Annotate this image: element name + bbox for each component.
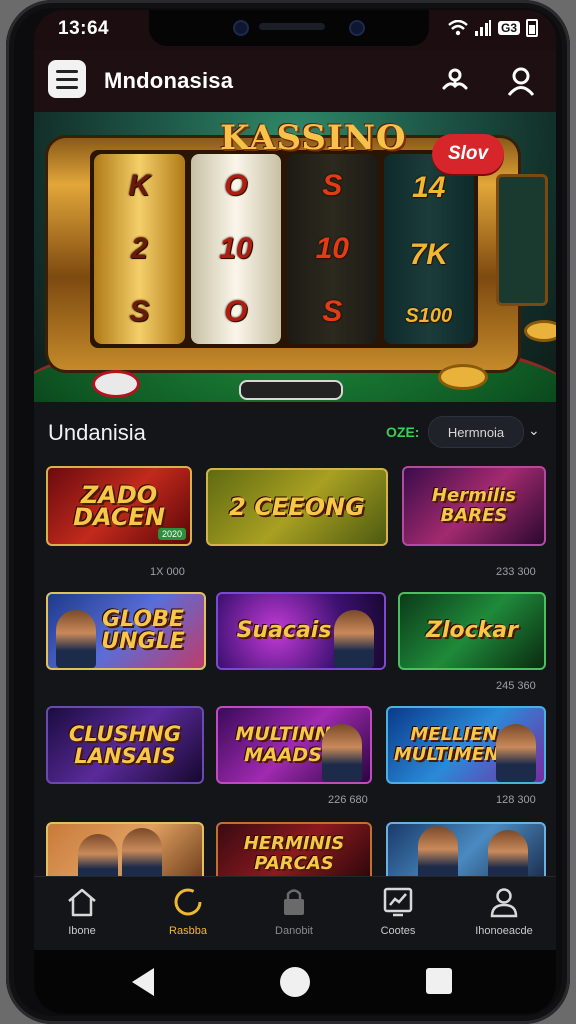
- bottom-navigation: Ibone Rasbba Danobit Cootes Ihonoeacde: [34, 876, 556, 951]
- carousel-indicator: [239, 380, 343, 400]
- game-tile[interactable]: 2 CEEONG: [206, 468, 388, 546]
- reel-symbol: S100: [405, 304, 453, 327]
- reel: 14 7K S100: [383, 154, 474, 344]
- menu-button[interactable]: [48, 60, 86, 98]
- back-icon[interactable]: [132, 968, 154, 996]
- game-tile[interactable]: Suacais: [216, 592, 386, 670]
- hamburger-line: [56, 69, 78, 73]
- network-icon[interactable]: [438, 64, 472, 98]
- language-select[interactable]: Hermnoia: [428, 416, 524, 448]
- character-image: [56, 610, 96, 668]
- section-tag: OZE:: [386, 424, 420, 440]
- app-header: Mndonasisa: [34, 50, 556, 112]
- game-title: CLUSHNG LANSAIS: [68, 722, 182, 768]
- game-title: Hermilis BARES: [431, 485, 517, 526]
- casino-chip-icon: [92, 370, 140, 398]
- coin-icon: [438, 364, 488, 390]
- nav-cootes[interactable]: Cootes: [358, 885, 438, 945]
- reel-symbol: 14: [412, 170, 446, 204]
- sensor-icon: [349, 20, 365, 36]
- game-title: HERMINIS PARCAS: [243, 833, 345, 874]
- game-count: 245 360: [496, 680, 536, 692]
- speaker-grille: [259, 23, 325, 30]
- hero-title: KASSINO: [220, 118, 407, 158]
- status-bar: 13:64 G3: [34, 10, 556, 50]
- nav-home[interactable]: Ibone: [42, 885, 122, 945]
- wifi-icon: [448, 20, 468, 36]
- chevron-down-icon[interactable]: ⌄: [528, 422, 540, 439]
- game-count: 128 300: [496, 794, 536, 806]
- game-badge: 2020: [157, 528, 186, 540]
- reel-symbol: 7K: [409, 237, 448, 271]
- battery-percent: G3: [497, 21, 520, 35]
- character-image: [334, 610, 374, 668]
- nav-label: Ihonoeacde: [475, 925, 533, 937]
- game-grid: ZADO DACEN 2020 1X 000 2 CEEONG Hermilis…: [46, 466, 546, 886]
- system-navigation: [34, 950, 556, 1014]
- signal-icon: [474, 20, 491, 36]
- camera-notch: [149, 10, 429, 46]
- side-panel: [496, 174, 548, 306]
- app-title: Mndonasisa: [104, 68, 234, 93]
- game-tile[interactable]: CLUSHNG LANSAIS: [46, 706, 204, 784]
- reel: O 10 O: [190, 154, 281, 344]
- reel: K 2 S: [94, 154, 185, 344]
- refresh-icon: [174, 888, 202, 916]
- nav-label: Ibone: [68, 925, 96, 937]
- reel-symbol: 10: [315, 231, 349, 265]
- game-tile[interactable]: Zlockar: [398, 592, 546, 670]
- lock-icon: [284, 889, 304, 915]
- game-title: 2 CEEONG: [229, 493, 365, 521]
- game-tile[interactable]: GLOBE UNGLE: [46, 592, 206, 670]
- game-title: ZADO DACEN: [73, 481, 165, 531]
- game-title: Zlockar: [426, 618, 518, 643]
- reel-symbol: S: [322, 168, 343, 202]
- hero-banner[interactable]: K 2 S O 10 O S 10 S 14 7K S100 KASSINO S…: [34, 112, 556, 402]
- screen: 13:64 G3 Mndonasisa K 2 S O 10 O S 10 S …: [34, 10, 556, 1014]
- reel-symbol: S: [129, 295, 150, 329]
- game-count: 233 300: [496, 566, 536, 578]
- game-tile[interactable]: MULTINN MAADS: [216, 706, 372, 784]
- section-title: Undanisia: [48, 420, 146, 445]
- hero-badge[interactable]: Slov: [432, 134, 504, 174]
- reel: S 10 S: [287, 154, 378, 344]
- reel-symbol: S: [322, 295, 343, 329]
- reel-symbol: O: [224, 295, 248, 329]
- battery-icon: [526, 19, 538, 37]
- nav-danobit[interactable]: Danobit: [254, 885, 334, 945]
- nav-profile[interactable]: Ihonoeacde: [464, 885, 544, 945]
- reel-symbol: 2: [130, 231, 148, 265]
- slot-reels: K 2 S O 10 O S 10 S 14 7K S100: [90, 150, 478, 348]
- hamburger-line: [56, 85, 78, 89]
- status-time: 13:64: [58, 18, 110, 39]
- nav-label: Danobit: [275, 925, 313, 937]
- chart-icon: [383, 887, 413, 917]
- game-tile[interactable]: MELLIEN MULTIMENN: [386, 706, 546, 784]
- phone-frame: 13:64 G3 Mndonasisa K 2 S O 10 O S 10 S …: [6, 0, 570, 1024]
- nav-label: Rasbba: [169, 925, 207, 937]
- section-header: Undanisia OZE: Hermnoia ⌄: [34, 410, 556, 454]
- profile-icon: [490, 888, 518, 918]
- game-count: 226 680: [328, 794, 368, 806]
- reel-symbol: O: [224, 168, 248, 202]
- user-icon[interactable]: [504, 64, 538, 98]
- front-camera-icon: [233, 20, 249, 36]
- game-tile[interactable]: Hermilis BARES: [402, 466, 546, 546]
- home-circle-icon[interactable]: [280, 967, 310, 997]
- nav-rasbba[interactable]: Rasbba: [148, 885, 228, 945]
- coin-icon: [524, 320, 556, 342]
- nav-label: Cootes: [380, 925, 416, 937]
- character-image: [322, 724, 362, 782]
- recents-icon[interactable]: [426, 968, 452, 994]
- character-image: [496, 724, 536, 782]
- game-count: 1X 000: [150, 566, 185, 578]
- reel-symbol: 10: [219, 231, 253, 265]
- reel-symbol: K: [128, 168, 151, 202]
- status-icons: G3: [448, 19, 538, 37]
- game-tile[interactable]: ZADO DACEN 2020: [46, 466, 192, 546]
- hamburger-line: [56, 77, 78, 81]
- home-icon: [68, 888, 96, 917]
